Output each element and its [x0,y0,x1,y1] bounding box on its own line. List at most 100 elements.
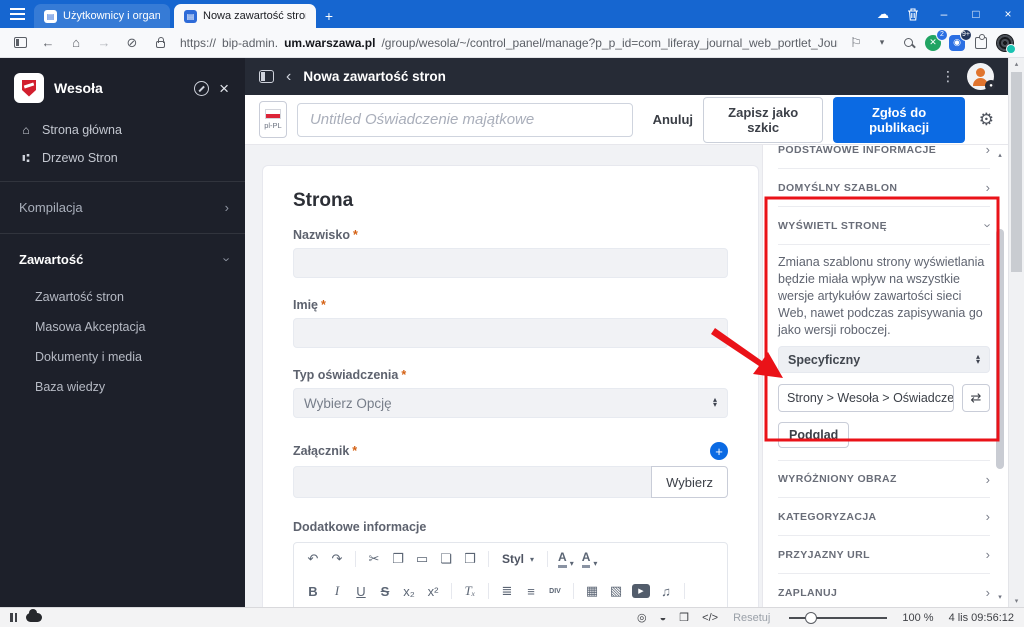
save-draft-button[interactable]: Zapisz jako szkic [703,97,823,143]
zalacznik-input[interactable] [293,466,652,498]
locale-selector-button[interactable]: pl-PL [259,101,287,138]
globe-icon[interactable]: ◒ [658,612,669,624]
section-przyjazny-url[interactable]: PRZYJAZNY URL › [778,536,990,574]
strikethrough-icon[interactable]: S [374,580,396,602]
window-maximize-button[interactable]: □ [960,0,992,28]
underline-icon[interactable]: U [350,580,372,602]
section-kategoryzacja[interactable]: KATEGORYZACJA › [778,498,990,536]
text-color-icon[interactable]: A▾ [579,550,601,567]
screenshot-icon[interactable]: ◎ [635,611,649,624]
copy-icon[interactable]: ❐ [387,548,409,570]
image-icon[interactable]: ▧ [605,580,627,602]
content-title-input[interactable] [297,103,633,137]
section-podstawowe-informacje[interactable]: PODSTAWOWE INFORMACJE › [778,145,990,169]
display-page-picker[interactable]: Strony > Wesoła > Oświadcze... [778,384,954,412]
numbered-list-icon[interactable]: ≣ [496,580,518,602]
bookmark-icon[interactable]: ⚐ [844,32,868,54]
paste-plain-icon[interactable]: ❏ [435,548,457,570]
scroll-thumb[interactable] [1011,72,1022,272]
zoom-slider[interactable] [789,617,887,619]
subscript-icon[interactable]: x₂ [398,580,420,602]
sidebar-item-zawartosc-stron[interactable]: Zawartość stron [0,282,245,312]
sidebar-toggle-icon[interactable] [8,32,32,54]
typ-oswiadczenia-select[interactable]: Wybierz Opcję ▴▾ [293,388,728,418]
sidebar-close-icon[interactable]: × [219,80,229,97]
search-icon[interactable] [896,32,920,54]
extensions-puzzle-icon[interactable] [970,32,992,54]
preview-button[interactable]: Podgląd [778,422,849,448]
choose-file-button[interactable]: Wybierz [651,466,728,498]
div-container-icon[interactable]: DIV [544,580,566,602]
sidebar-group-kompilacja[interactable]: Kompilacja › [0,191,245,224]
sidebar-item-page-tree[interactable]: ⑆ Drzewo Stron [0,144,245,172]
redo-icon[interactable]: ↷ [326,548,348,570]
sidebar-item-masowa-akceptacja[interactable]: Masowa Akceptacja [0,312,245,342]
gear-icon[interactable]: ⚙ [979,110,994,130]
url-bar[interactable]: https://bip-admin.um.warszawa.pl/group/w… [176,36,838,50]
swap-page-icon[interactable]: ⇄ [962,384,990,412]
code-icon[interactable]: </> [700,612,720,624]
browser-scrollbar[interactable]: ▴ ▾ [1008,58,1024,607]
section-domyslny-szablon[interactable]: DOMYŚLNY SZABLON › [778,169,990,207]
tracking-shield-icon[interactable]: ⊘ [120,32,144,54]
imie-input[interactable] [293,318,728,348]
italic-icon[interactable]: I [326,580,348,602]
section-wyrozniony-obraz[interactable]: WYRÓŻNIONY OBRAZ › [778,460,990,498]
user-avatar[interactable]: ● [967,63,994,90]
profile-avatar-icon[interactable] [994,32,1016,54]
style-dropdown[interactable]: Styl▾ [496,552,540,566]
nazwisko-input[interactable] [293,248,728,278]
scroll-thumb[interactable] [996,229,1004,469]
bookmark-dropdown-icon[interactable]: ▾ [870,32,894,54]
video-icon[interactable]: ▶ [629,580,653,602]
new-tab-button[interactable]: + [316,4,342,28]
scroll-up-icon[interactable]: ▴ [998,151,1002,159]
slider-knob[interactable] [805,612,817,624]
paste-word-icon[interactable]: ❒ [459,548,481,570]
home-icon[interactable]: ⌂ [64,32,88,54]
bulleted-list-icon[interactable]: ≡ [520,580,542,602]
sidebar-item-baza-wiedzy[interactable]: Baza wiedzy [0,372,245,402]
sidebar-item-dokumenty-i-media[interactable]: Dokumenty i media [0,342,245,372]
scroll-down-icon[interactable]: ▾ [998,593,1002,601]
audio-icon[interactable]: ♫ [655,580,677,602]
panel-collapse-icon[interactable] [259,70,274,83]
bold-icon[interactable]: B [302,580,324,602]
cancel-button[interactable]: Anuluj [653,112,693,127]
sidebar-group-zawartosc[interactable]: Zawartość › [0,243,245,276]
browser-tab-1[interactable]: ▤ Użytkownicy i organizacje - [34,4,170,28]
background-color-icon[interactable]: A▾ [555,550,577,567]
scroll-up-icon[interactable]: ▴ [1009,60,1024,68]
browser-tab-2-active[interactable]: ▤ Nowa zawartość stron - We [174,4,316,28]
section-zaplanuj[interactable]: ZAPLANUJ › [778,574,990,607]
section-wyswietl-strone[interactable]: WYŚWIETL STRONĘ › [778,207,990,245]
cloud-sync-icon[interactable]: ☁ [868,0,898,28]
table-icon[interactable]: ▦ [581,580,603,602]
reset-button[interactable]: Resetuj [733,612,770,624]
back-chevron-icon[interactable]: ‹ [286,68,291,86]
panel-scrollbar[interactable]: ▴ ▾ [995,151,1005,601]
publish-button[interactable]: Zgłoś do publikacji [833,97,964,143]
window-minimize-button[interactable]: – [928,0,960,28]
frame-icon[interactable]: ❒ [677,611,691,624]
add-attachment-icon[interactable]: + [710,442,728,460]
pause-icon[interactable] [10,613,17,622]
back-icon[interactable]: ← [36,32,60,54]
lock-icon[interactable] [148,32,172,54]
extension-2-icon[interactable]: ◉ 9+ [946,32,968,54]
sidebar-item-home[interactable]: ⌂ Strona główna [0,116,245,144]
window-close-button[interactable]: × [992,0,1024,28]
extension-1-icon[interactable]: ✕ 2 [922,32,944,54]
forward-icon[interactable]: → [92,32,116,54]
undo-icon[interactable]: ↶ [302,548,324,570]
compass-icon[interactable] [194,81,209,96]
remove-format-icon[interactable]: Tₓ [459,580,481,602]
paste-icon[interactable]: ▭ [411,548,433,570]
menu-icon[interactable] [0,0,34,28]
template-type-select[interactable]: Specyficzny ▴▾ [778,346,990,373]
scroll-down-icon[interactable]: ▾ [1009,597,1024,605]
cut-icon[interactable]: ✂ [363,548,385,570]
superscript-icon[interactable]: x² [422,580,444,602]
trash-icon[interactable] [898,0,928,28]
kebab-menu-icon[interactable]: ⋮ [941,68,955,85]
